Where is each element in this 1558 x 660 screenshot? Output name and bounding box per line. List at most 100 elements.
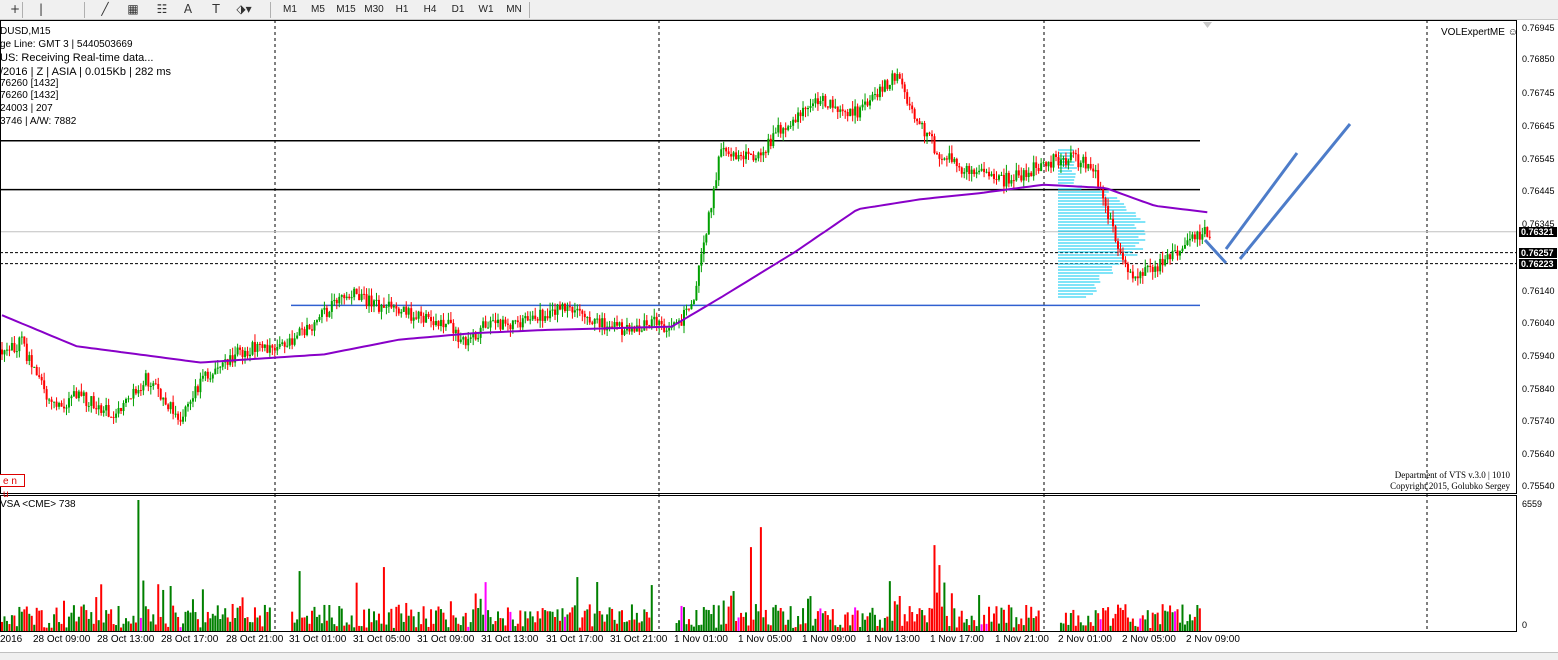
volume-bar [603, 621, 606, 631]
info-line: 24003 | 207 [0, 103, 53, 114]
timeframe-mn-button[interactable]: MN [501, 1, 527, 18]
volume-bar [891, 620, 894, 631]
volume-bar [263, 604, 266, 631]
timeframe-h4-button[interactable]: H4 [417, 1, 443, 18]
timeframe-m5-button[interactable]: M5 [305, 1, 331, 18]
candle-body [516, 320, 519, 323]
candle-body [271, 345, 274, 348]
candle-body [100, 405, 103, 413]
volume-bar [593, 613, 596, 631]
volume-bar [933, 545, 936, 631]
candle-body [278, 344, 281, 347]
volume-bar [204, 622, 207, 631]
info-line: DUSD,M15 [0, 26, 51, 37]
candle-body [253, 342, 256, 352]
volume-bar [1089, 622, 1092, 631]
candle-body [554, 309, 557, 315]
toolbar-separator [270, 2, 271, 18]
candle-body [125, 399, 127, 404]
candle-body [449, 319, 452, 323]
price-label: 0.75840 [1522, 383, 1555, 394]
candle-body [1102, 188, 1105, 199]
volume-bar [268, 607, 271, 631]
timeframe-w1-button[interactable]: W1 [473, 1, 499, 18]
candle-body [745, 151, 747, 160]
volume-bar [1174, 611, 1177, 631]
price-label: 0.76445 [1522, 186, 1555, 197]
volume-bar [621, 610, 623, 631]
volume-bar [710, 614, 713, 631]
candle-body [881, 86, 884, 92]
volume-bar [261, 626, 264, 631]
candle-body [859, 107, 862, 118]
volume-bar [913, 621, 916, 631]
vertical-line-icon[interactable]: | [30, 1, 52, 18]
volume-bar [1007, 604, 1010, 631]
forecast-arrows[interactable] [1203, 123, 1352, 265]
candle-body [846, 112, 849, 117]
candlesticks [1, 68, 1211, 426]
volume-bar [328, 605, 331, 631]
candle-body [541, 309, 544, 321]
candle-body [685, 308, 688, 310]
candle-body [749, 154, 752, 156]
timeframe-m1-button[interactable]: M1 [277, 1, 303, 18]
volume-bar [1064, 612, 1067, 631]
volume-bar [740, 612, 743, 631]
volume-bar [53, 614, 56, 631]
volume-bar [866, 616, 869, 631]
volume-bar [1099, 619, 1102, 631]
volume-bar [137, 500, 140, 631]
candle-body [301, 328, 304, 330]
candle-body [824, 95, 827, 107]
arrow-dropdown-icon[interactable]: ⬗▾ [233, 1, 255, 18]
menu-tag[interactable]: e n u [0, 474, 25, 500]
timeframe-h1-button[interactable]: H1 [389, 1, 415, 18]
candle-body [908, 103, 911, 106]
volume-bar [792, 627, 795, 631]
candle-body [945, 158, 948, 160]
volume-bar [1092, 625, 1095, 631]
volume-bar [809, 596, 812, 631]
volume-bar [392, 627, 395, 631]
candle-body [754, 158, 757, 161]
volume-bar [110, 609, 113, 631]
volume-bar [730, 595, 733, 631]
candle-body [526, 316, 529, 321]
candle-body [142, 385, 145, 391]
volume-bar [851, 614, 854, 631]
volume-bar [1012, 627, 1015, 631]
volume-bar [950, 593, 953, 631]
candle-body [474, 333, 477, 340]
indicator-label: VSA <CME> 738 [0, 499, 76, 510]
fibonacci-icon[interactable]: ▦ [122, 1, 144, 18]
candle-body [318, 317, 321, 321]
timeframe-m30-button[interactable]: M30 [361, 1, 387, 18]
text-icon[interactable]: A [177, 1, 199, 18]
chart-canvas[interactable] [0, 0, 1558, 659]
volume-bar [1010, 607, 1013, 631]
candle-body [209, 378, 212, 380]
gann-icon[interactable]: ☷ [151, 1, 173, 18]
text-label-icon[interactable]: T [205, 1, 227, 18]
timeframe-m15-button[interactable]: M15 [333, 1, 359, 18]
candle-body [48, 399, 51, 401]
volume-bar [102, 622, 105, 631]
expert-advisor-label[interactable]: VOLExpertME ☺ [1441, 27, 1518, 38]
candle-body [313, 322, 316, 331]
volume-bar [70, 612, 73, 631]
time-label: 28 Oct 21:00 [226, 634, 284, 645]
candle-body [588, 317, 591, 323]
candle-body [955, 158, 958, 167]
timeframe-d1-button[interactable]: D1 [445, 1, 471, 18]
volume-bar [625, 621, 628, 631]
candle-body [266, 344, 269, 353]
volume-bar [1015, 617, 1018, 631]
volume-bar [613, 619, 616, 631]
candle-body [214, 368, 217, 375]
volume-bar [787, 619, 790, 631]
trendline-icon[interactable]: ╱ [94, 1, 116, 18]
candle-body [382, 305, 385, 308]
volume-bar [1084, 625, 1087, 631]
candle-body [898, 74, 901, 79]
